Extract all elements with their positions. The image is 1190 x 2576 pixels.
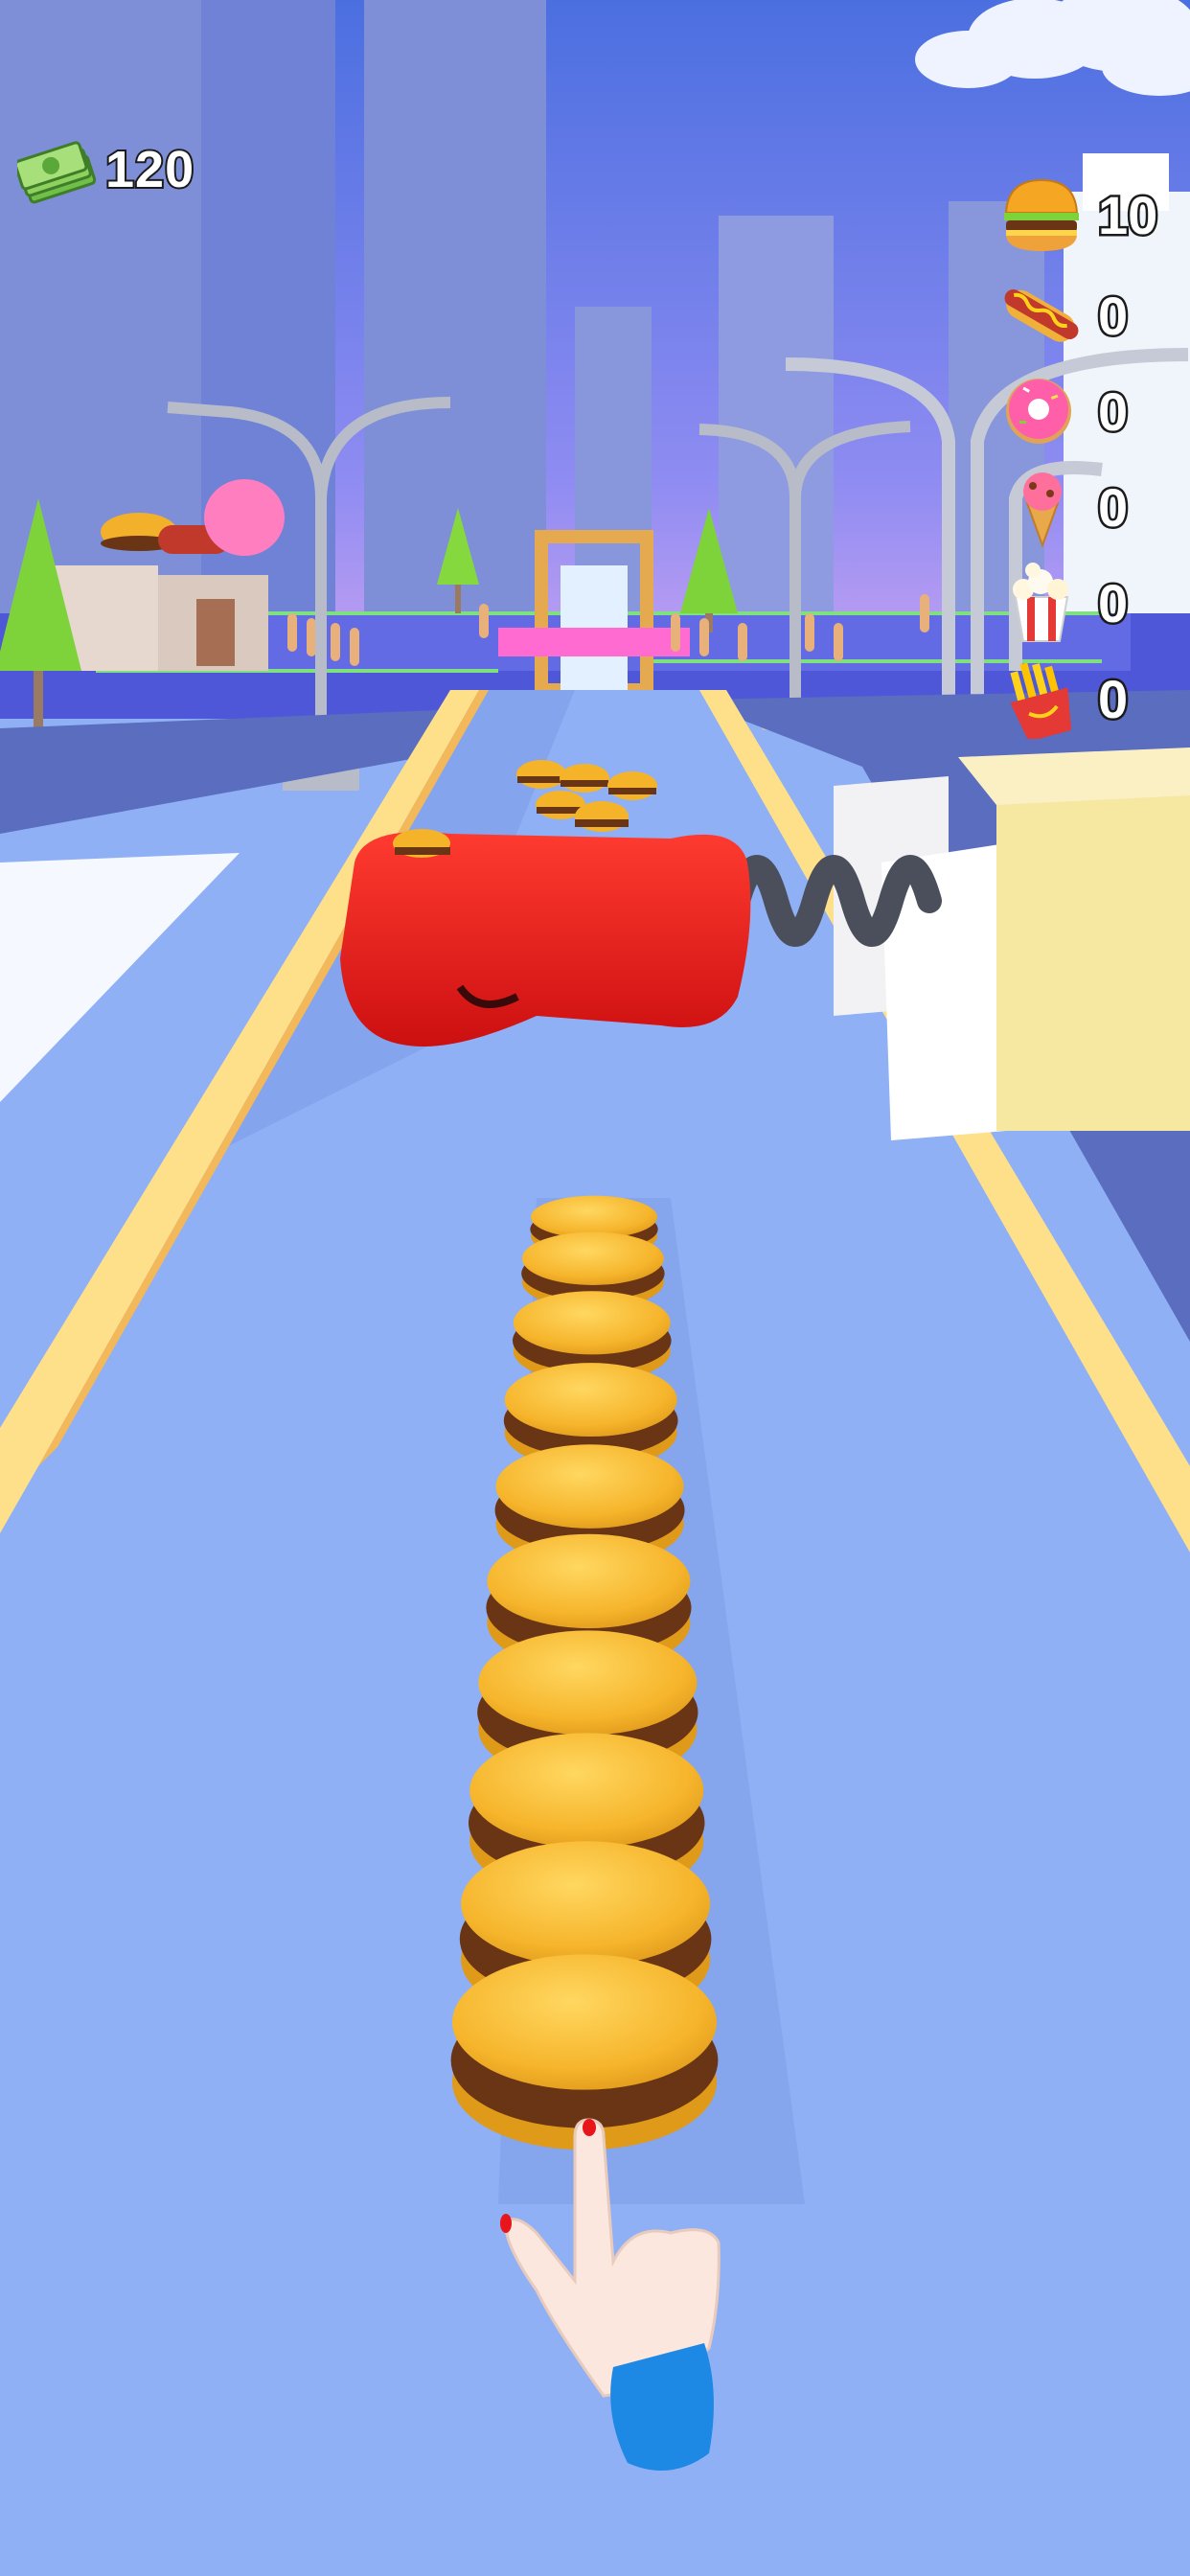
fries-icon [1010,662,1072,739]
left-sidewalk [0,853,240,1102]
donut-icon [1006,379,1071,444]
ice-cream-counter: 0 [998,465,1180,555]
popcorn-counter: 0 [998,561,1180,651]
popcorn-count: 0 [1095,571,1130,636]
cash-amount: 120 [103,139,195,200]
burger-counter: 10 [998,172,1180,263]
ice-cream-count: 0 [1095,475,1130,540]
burger-count: 10 [1095,183,1159,248]
popcorn-icon [1013,563,1069,642]
boxing-glove-obstacle [340,832,751,1046]
donut-count: 0 [1095,380,1130,445]
hotdog-count: 0 [1095,284,1130,349]
cash-counter: 120 [17,132,218,217]
ice-cream-icon [1023,472,1062,547]
fries-counter: 0 [998,656,1180,747]
cash-stack-icon [17,141,97,204]
donut-counter: 0 [998,369,1180,459]
hotdog-counter: 0 [998,273,1180,363]
burger-icon [1004,178,1079,251]
fries-count: 0 [1095,667,1130,732]
hotdog-icon [1004,289,1079,342]
